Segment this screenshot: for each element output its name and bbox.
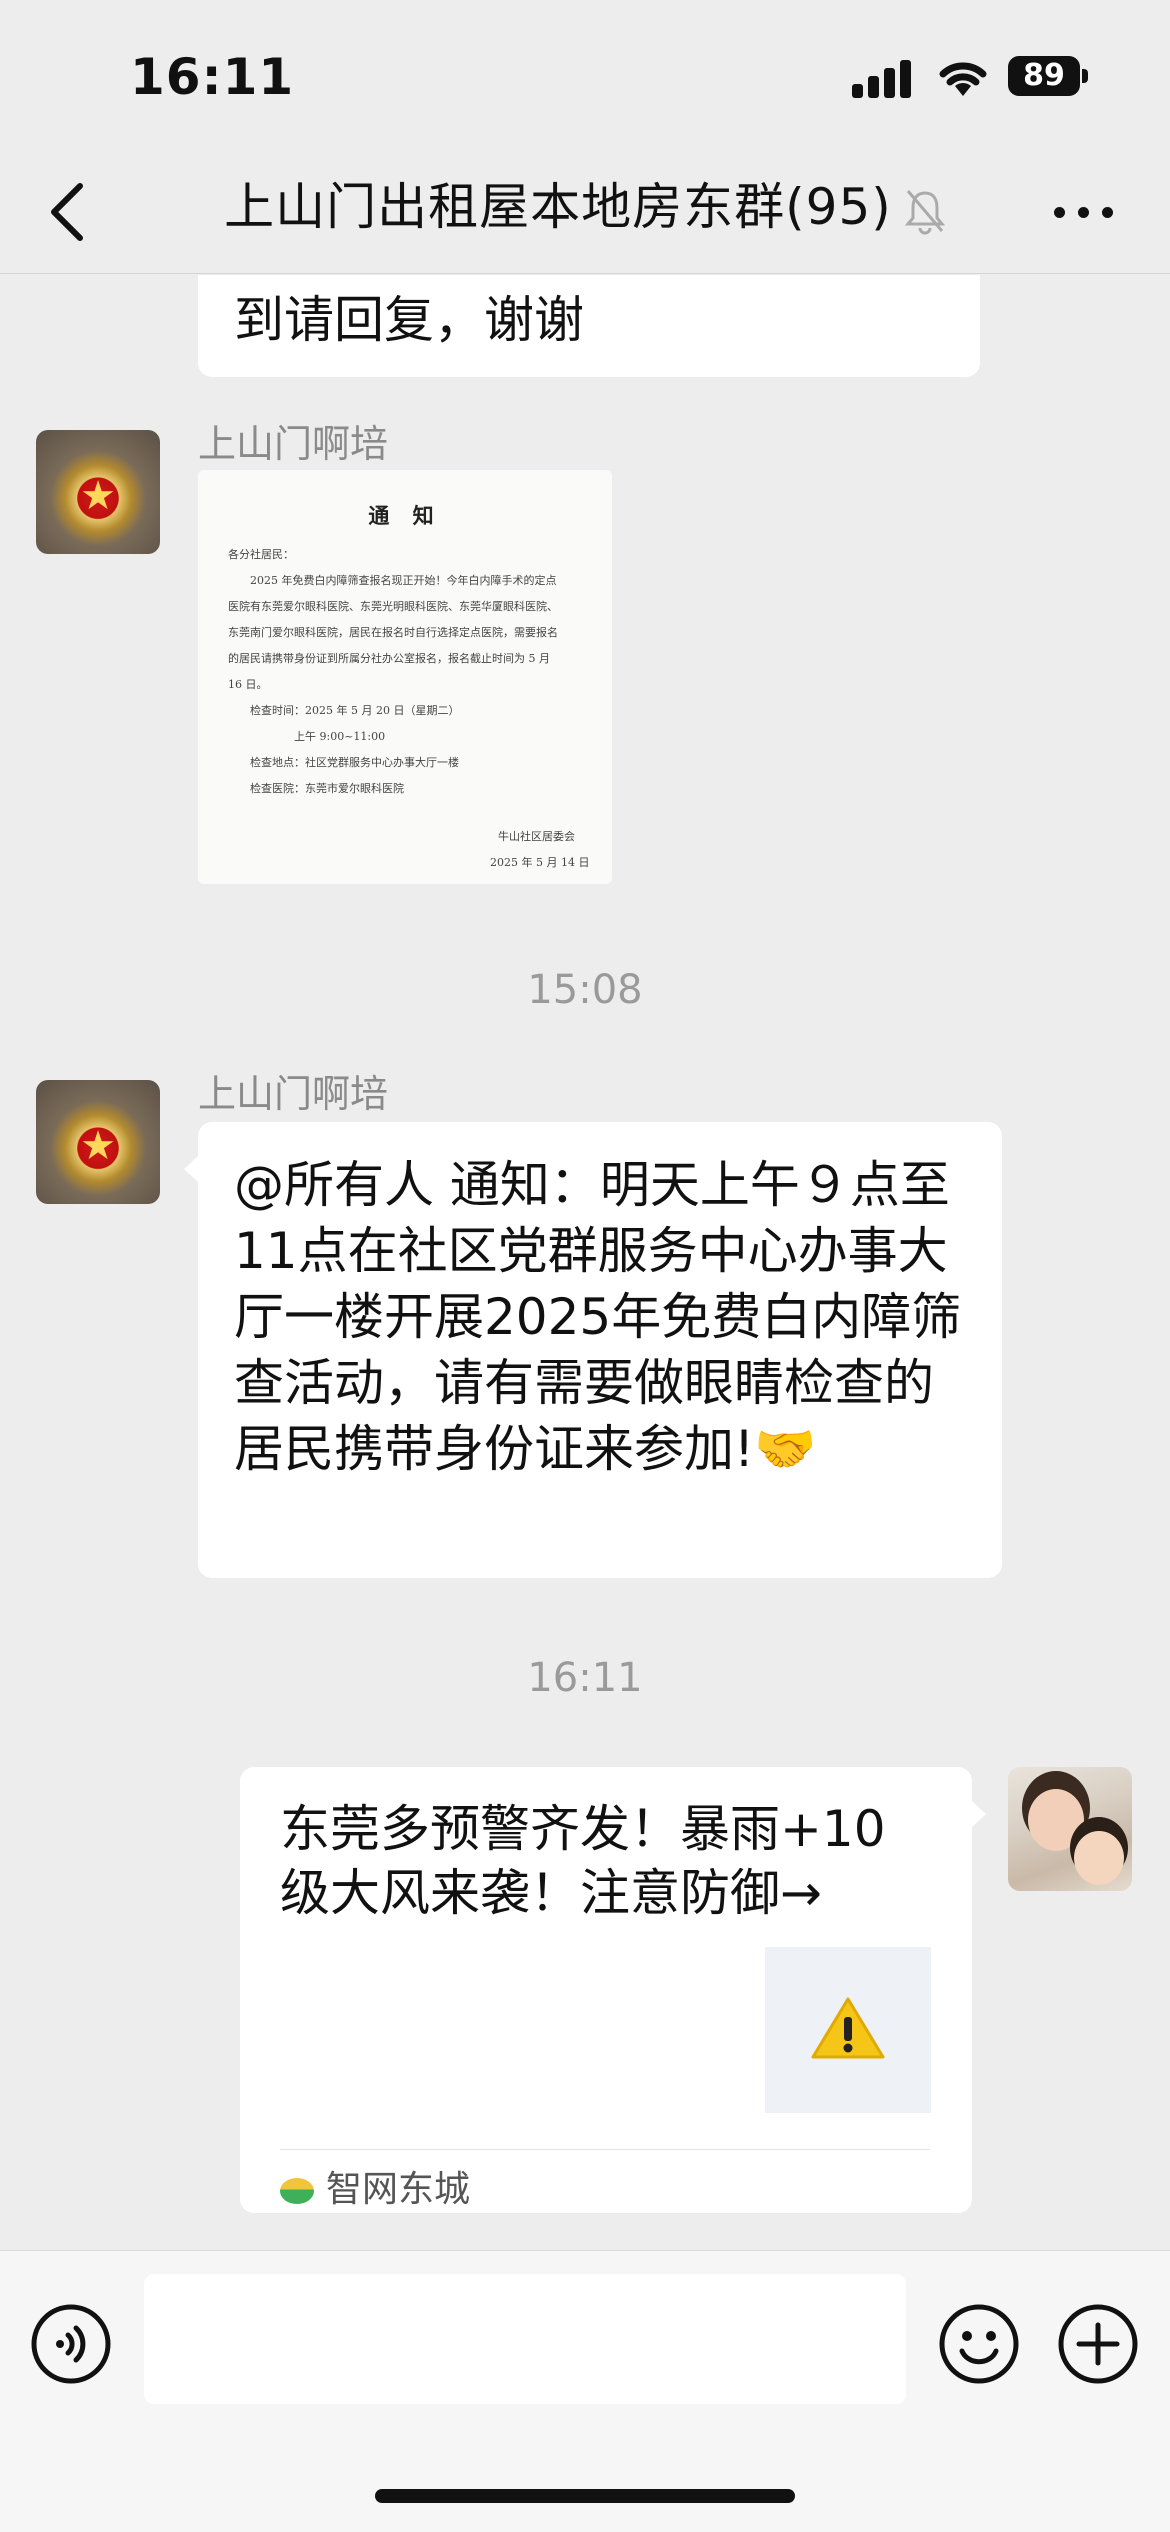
notice-line: 16 日。	[228, 678, 268, 691]
plus-icon[interactable]	[1057, 2303, 1139, 2385]
more-options-icon[interactable]	[1054, 202, 1114, 222]
message-input[interactable]	[144, 2274, 906, 2404]
link-card[interactable]: 东莞多预警齐发！暴雨+10级大风来袭！注意防御→ 智网东城	[240, 1767, 986, 2215]
cellular-signal-icon	[852, 60, 912, 98]
message-list[interactable]: 到请回复，谢谢 ★ 上山门啊培 通 知 各分社居民： 2025 年免费白内障筛查…	[0, 275, 1170, 2250]
timestamp: 16:11	[527, 1655, 643, 1701]
sender-name: 上山门啊培	[198, 1072, 389, 1116]
message-bubble[interactable]: @所有人 通知：明天上午９点至11点在社区党群服务中心办事大厅一楼开展2025年…	[184, 1122, 1002, 1578]
notice-line: 上午 9:00~11:00	[228, 730, 386, 743]
notice-signature: 牛山社区居委会	[498, 830, 575, 843]
timestamp: 15:08	[527, 967, 643, 1013]
avatar[interactable]: ★	[36, 1080, 160, 1204]
message-bubble[interactable]: 到请回复，谢谢	[198, 275, 980, 377]
link-card-title: 东莞多预警齐发！暴雨+10级大风来袭！注意防御→	[280, 1800, 886, 1922]
notice-line: 医院有东莞爱尔眼科医院、东莞光明眼科医院、东莞华厦眼科医院、	[228, 600, 558, 613]
message-text: 到请回复，谢谢	[234, 291, 584, 349]
avatar[interactable]: ★	[36, 430, 160, 554]
notice-line: 检查时间：2025 年 5 月 20 日（星期二）	[228, 704, 460, 717]
status-time: 16:11	[130, 48, 295, 106]
star-emblem-icon: ★	[80, 1123, 116, 1169]
star-emblem-icon: ★	[80, 473, 116, 519]
link-card-source: 智网东城	[280, 2165, 470, 2215]
battery-level: 89	[1023, 58, 1065, 93]
status-bar: 16:11 89	[0, 0, 1170, 150]
home-indicator	[375, 2489, 795, 2503]
message-text: @所有人 通知：明天上午９点至11点在社区党群服务中心办事大厅一楼开展2025年…	[234, 1156, 962, 1478]
notice-line: 各分社居民：	[228, 548, 294, 561]
chat-title-wrap: 上山门出租屋本地房东群(95)	[0, 174, 1170, 240]
sender-name: 上山门啊培	[198, 422, 389, 466]
notice-line: 的居民请携带身份证到所属分社办公室报名，报名截止时间为 5 月	[228, 652, 550, 665]
emoji-icon[interactable]	[938, 2303, 1020, 2385]
mute-bell-icon	[904, 189, 946, 234]
link-card-source-name: 智网东城	[326, 2169, 471, 2210]
battery-icon: 89	[1008, 56, 1088, 96]
link-card-thumbnail	[765, 1947, 931, 2113]
source-logo-icon	[280, 2178, 314, 2204]
chat-header: 上山门出租屋本地房东群(95)	[0, 150, 1170, 274]
voice-input-icon[interactable]	[30, 2303, 112, 2385]
notice-title: 通 知	[368, 503, 442, 528]
notice-line: 东莞南门爱尔眼科医院，居民在报名时自行选择定点医院，需要报名	[228, 626, 558, 639]
avatar[interactable]	[1008, 1767, 1132, 1891]
notice-line: 2025 年免费白内障筛查报名现正开始！今年白内障手术的定点	[228, 574, 557, 587]
warning-icon	[811, 1997, 885, 2059]
notice-line: 检查医院：东莞市爱尔眼科医院	[228, 782, 404, 795]
notice-line: 检查地点：社区党群服务中心办事大厅一楼	[228, 756, 459, 769]
divider	[280, 2149, 930, 2150]
chat-title: 上山门出租屋本地房东群(95)	[224, 178, 892, 236]
notice-date: 2025 年 5 月 14 日	[490, 856, 590, 869]
notice-image[interactable]: 通 知 各分社居民： 2025 年免费白内障筛查报名现正开始！今年白内障手术的定…	[198, 470, 612, 884]
wifi-icon	[939, 62, 987, 96]
